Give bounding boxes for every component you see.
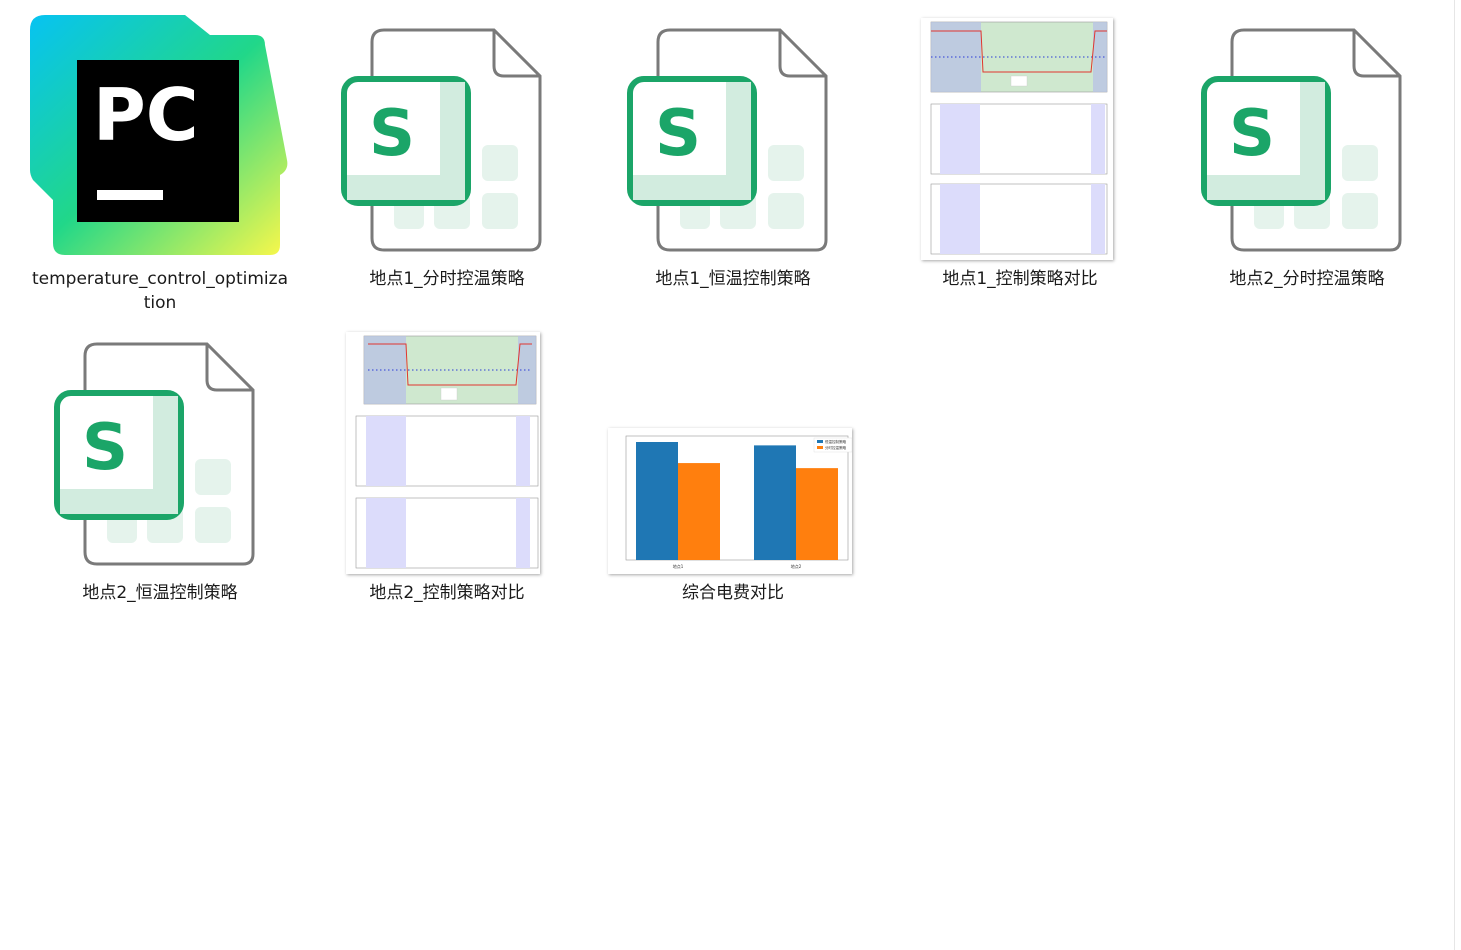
vertical-scrollbar[interactable] [1454,0,1461,950]
file-name: 地点2_恒温控制策略 [82,583,238,603]
strategy-comparison-chart-thumbnail [355,335,539,569]
cost-comparison-bar-chart: 地点1 地点2 恒温控制策略 分时控温策略 [625,435,853,569]
legend-swatch-series-1 [817,440,823,443]
sheet-letter: S [369,97,415,171]
legend-label-series-1: 恒温控制策略 [825,439,846,444]
file-item-spreadsheet[interactable]: S 地点2_恒温控制策略 [25,324,295,624]
file-item-spreadsheet[interactable]: S 地点2_分时控温策略 [1172,10,1442,310]
wps-sheet-icon: S [1201,28,1402,252]
x-tick-label: 地点2 [791,563,802,569]
file-name: 地点2_分时控温策略 [1229,269,1385,289]
file-name: temperature_control_optimization [32,269,288,313]
image-thumbnail [921,18,1113,260]
wps-sheet-icon: S [54,342,255,566]
strategy-comparison-chart-thumbnail [930,21,1108,255]
file-name: 地点2_控制策略对比 [369,583,525,603]
file-name: 地点1_控制策略对比 [942,269,1098,289]
image-thumbnail [346,332,540,574]
file-name: 综合电费对比 [682,583,784,603]
sheet-letter: S [655,97,701,171]
file-item-image[interactable]: 地点1 地点2 恒温控制策略 分时控温策略 综合电费对比 [598,324,868,624]
file-name: 地点1_分时控温策略 [369,269,525,289]
file-item-image[interactable]: 地点2_控制策略对比 [312,324,582,624]
legend-label-series-2: 分时控温策略 [825,445,846,450]
file-item-image[interactable]: 地点1_控制策略对比 [885,10,1155,310]
file-item-pycharm-project[interactable]: PC temperature_control_optimization [25,10,295,313]
bar [636,442,678,560]
wps-sheet-icon: S [341,28,542,252]
x-tick-label: 地点1 [673,563,684,569]
file-item-spreadsheet[interactable]: S 地点1_分时控温策略 [312,10,582,310]
sheet-letter: S [82,411,128,485]
image-thumbnail: 地点1 地点2 恒温控制策略 分时控温策略 [608,428,853,574]
sheet-letter: S [1229,97,1275,171]
legend-swatch-series-2 [817,446,823,449]
file-name: 地点1_恒温控制策略 [655,269,811,289]
bar [678,463,720,560]
wps-sheet-icon: S [627,28,828,252]
file-item-spreadsheet[interactable]: S 地点1_恒温控制策略 [598,10,868,310]
pycharm-icon: PC [30,15,288,255]
bar [796,468,838,560]
pycharm-logo-text: PC [93,73,199,157]
bar [754,445,796,560]
